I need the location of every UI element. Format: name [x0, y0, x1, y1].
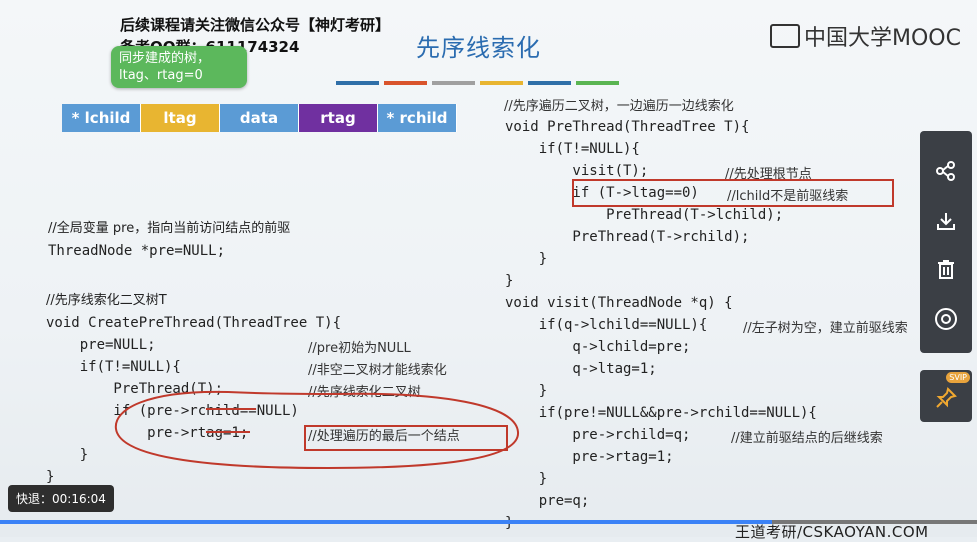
title-bar-segment — [576, 81, 619, 85]
right-comment: //先序遍历二叉树，一边遍历一边线索化 — [504, 99, 734, 114]
struct-cell: rtag — [299, 104, 378, 132]
code-text: if(pre!=NULL&&pre->rchild==NULL){ — [505, 405, 817, 421]
code-text: } — [505, 273, 514, 289]
code-text: if(T!=NULL){ — [505, 141, 640, 157]
code-text: void PreThread(ThreadTree T){ — [505, 119, 750, 135]
tooltip-line-1: 同步建成的树， — [119, 51, 211, 66]
code-line: PreThread(T->rchild); — [505, 226, 817, 248]
struct-cell: ltag — [141, 104, 220, 132]
code-text: void CreatePreThread(ThreadTree T){ — [46, 315, 342, 331]
seek-indicator: 快退：00:16:04 — [8, 485, 114, 512]
title-bar-segment — [384, 81, 427, 85]
struct-cell: * lchild — [62, 104, 141, 132]
global-decl: ThreadNode *pre=NULL; — [48, 243, 226, 259]
title-bar-segment — [336, 81, 379, 85]
code-text: } — [46, 469, 55, 485]
watermark: 王道考研/CSKAOYAN.COM — [735, 523, 929, 541]
code-text: q->ltag=1; — [505, 361, 657, 377]
note-tooltip: 同步建成的树， ltag、rtag=0 — [111, 46, 247, 88]
download-icon[interactable] — [920, 201, 972, 241]
code-line: PreThread(T->lchild); — [505, 204, 817, 226]
code-line: if(q->lchild==NULL){ //左子树为空，建立前驱线索 — [505, 314, 908, 336]
ltag-check-box — [572, 179, 894, 207]
mooc-logo-icon — [770, 24, 800, 48]
code-comment: //pre初始为NULL — [308, 341, 411, 356]
code-text: q->lchild=pre; — [505, 339, 691, 355]
code-text: pre=q; — [505, 493, 590, 509]
code-text: visit(T); — [505, 163, 649, 179]
title-bar-segment — [480, 81, 523, 85]
share-icon[interactable] — [920, 151, 972, 191]
code-text: pre=NULL; — [46, 337, 156, 353]
rchild-underline — [206, 408, 256, 410]
code-text: } — [505, 471, 548, 487]
code-line: } — [505, 270, 817, 292]
progress-fill — [0, 520, 772, 524]
code-comment: //左子树为空，建立前驱线索 — [743, 321, 908, 336]
node-structure: * lchild ltag data rtag * rchild — [62, 104, 457, 132]
logo-text: 中国大学MOOC — [804, 26, 961, 51]
code-line: } — [505, 248, 817, 270]
record-icon[interactable] — [920, 299, 972, 339]
code-line: void CreatePreThread(ThreadTree T){ — [46, 312, 341, 334]
code-line: pre=NULL; //pre初始为NULL — [46, 334, 411, 356]
title-color-bar — [336, 70, 624, 89]
title-bar-segment — [528, 81, 571, 85]
code-text: void visit(ThreadNode *q) { — [505, 295, 733, 311]
code-text: pre->rchild=q; — [505, 427, 691, 443]
svip-badge: SVIP — [946, 372, 970, 383]
last-node-comment-box — [304, 425, 508, 451]
tooltip-line-2: ltag、rtag=0 — [119, 68, 203, 83]
trash-icon[interactable] — [920, 249, 972, 289]
pin-icon — [936, 387, 957, 408]
slide: 后续课程请关注微信公众号【神灯考研】 备考QQ群：611174324 同步建成的… — [0, 0, 977, 541]
player-side-toolbar — [920, 131, 972, 353]
code-line: q->ltag=1; — [505, 358, 817, 380]
code-line: if(T!=NULL){ //非空二叉树才能线索化 — [46, 356, 447, 378]
code-text: PreThread(T->rchild); — [505, 229, 750, 245]
code-line: void PreThread(ThreadTree T){ — [505, 116, 817, 138]
code-line: pre=q; — [505, 490, 817, 512]
code-text: pre->rtag=1; — [505, 449, 674, 465]
global-comment: //全局变量 pre，指向当前访问结点的前驱 — [48, 221, 291, 236]
code-line: pre->rchild=q; //建立前驱结点的后继线索 — [505, 424, 882, 446]
code-line: } — [505, 468, 817, 490]
code-line: if(T!=NULL){ — [505, 138, 817, 160]
code-text: } — [505, 251, 548, 267]
code-line: } — [505, 380, 817, 402]
code-comment: //建立前驱结点的后继线索 — [731, 431, 883, 446]
pin-button[interactable]: SVIP — [920, 370, 972, 422]
code-comment: //非空二叉树才能线索化 — [308, 363, 447, 378]
rtag-underline — [206, 431, 250, 433]
func-comment: //先序线索化二叉树T — [46, 293, 167, 308]
struct-cell: * rchild — [378, 104, 457, 132]
code-text: } — [505, 383, 548, 399]
code-line: if(pre!=NULL&&pre->rchild==NULL){ — [505, 402, 817, 424]
code-text: PreThread(T->lchild); — [505, 207, 784, 223]
code-line: void visit(ThreadNode *q) { — [505, 292, 817, 314]
code-line: q->lchild=pre; — [505, 336, 817, 358]
struct-cell: data — [220, 104, 299, 132]
title-bar-segment — [432, 81, 475, 85]
header-line-1: 后续课程请关注微信公众号【神灯考研】 — [120, 16, 391, 34]
code-text: if(q->lchild==NULL){ — [505, 317, 708, 333]
mooc-logo: 中国大学MOOC — [770, 20, 961, 52]
code-text: } — [46, 447, 89, 463]
code-text: if(T!=NULL){ — [46, 359, 181, 375]
code-line: pre->rtag=1; — [505, 446, 817, 468]
slide-title: 先序线索化 — [416, 34, 541, 62]
